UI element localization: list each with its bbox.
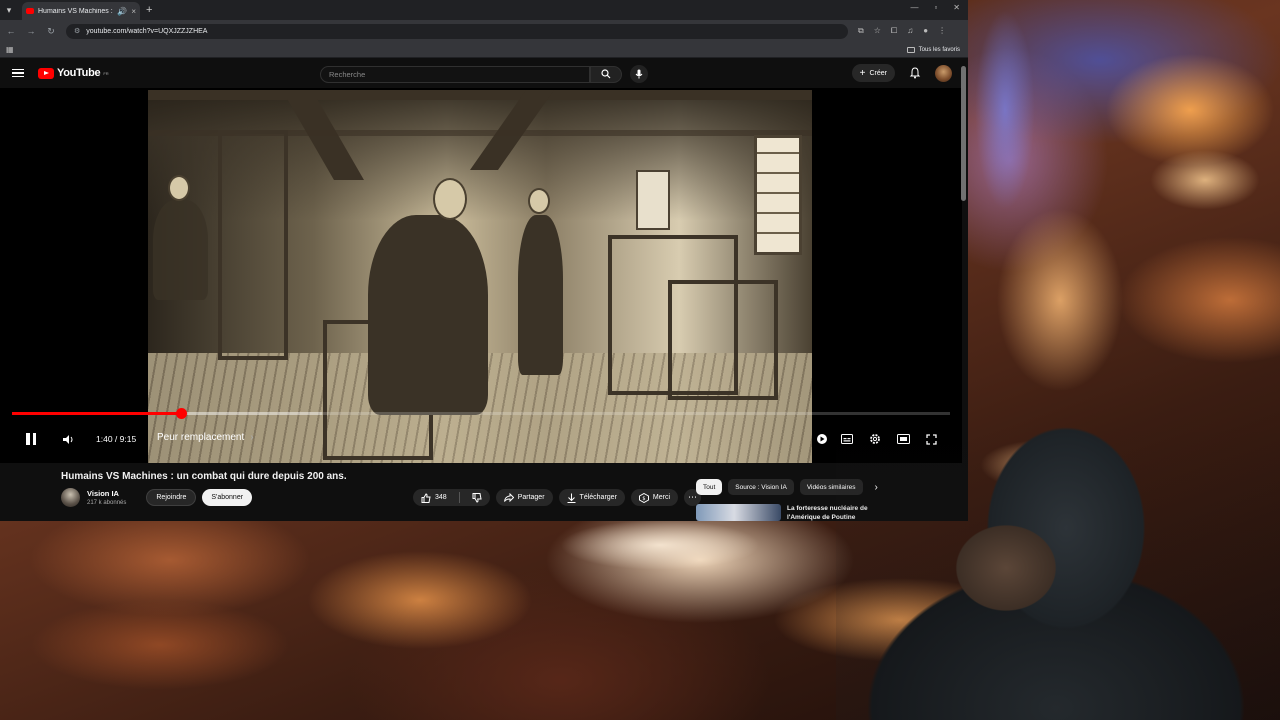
bookmark-star-icon[interactable]: ☆	[874, 26, 881, 36]
share-icon	[503, 493, 514, 502]
volume-icon[interactable]	[59, 430, 77, 448]
browser-toolbar: ← → ↻ ⚙ youtube.com/watch?v=UQXJZZJZHEA …	[0, 20, 968, 42]
address-bar[interactable]: ⚙ youtube.com/watch?v=UQXJZZJZHEA	[66, 23, 848, 39]
youtube-header: YouTube FR Recherche + Créer	[0, 58, 968, 88]
thanks-button[interactable]: $ Merci	[630, 489, 679, 506]
account-avatar[interactable]	[935, 64, 952, 82]
channel-avatar[interactable]	[61, 488, 80, 507]
join-button[interactable]: Rejoindre	[146, 489, 197, 506]
reload-icon[interactable]: ↻	[46, 26, 56, 37]
thanks-label: Merci	[652, 494, 671, 501]
speaker-icon[interactable]: 🔊	[117, 7, 127, 16]
video-player[interactable]: 1:40 / 9:15 Peur remplacement ›	[0, 88, 962, 463]
chip-all[interactable]: Tout	[696, 479, 723, 495]
scrubber-handle[interactable]	[175, 408, 187, 419]
create-button[interactable]: + Créer	[851, 64, 895, 82]
played-bar	[12, 412, 181, 415]
browser-window: ▾ Humains VS Machines : un 🔊 × + — ▫ ✕ ←…	[0, 0, 968, 521]
share-label: Partager	[517, 494, 545, 501]
like-count: 348	[435, 494, 447, 501]
youtube-play-icon	[38, 67, 54, 79]
pause-icon[interactable]	[22, 430, 40, 448]
like-separator	[458, 492, 460, 503]
webcam-overlay	[836, 418, 1280, 720]
thumbs-up-icon	[421, 492, 431, 503]
bookmarks-folder-label: Tous les favoris	[918, 46, 960, 53]
page-scrollbar[interactable]	[961, 66, 966, 201]
super-thanks-icon: $	[638, 492, 649, 503]
autoplay-icon[interactable]	[813, 430, 831, 448]
share-button[interactable]: Partager	[495, 489, 553, 506]
chapter-title[interactable]: Peur remplacement ›	[157, 432, 254, 443]
player-controls: 1:40 / 9:15 Peur remplacement ›	[0, 426, 962, 452]
folder-icon	[906, 46, 915, 53]
svg-text:$: $	[642, 496, 645, 502]
plus-icon: +	[859, 67, 866, 79]
tab-title: Humains VS Machines : un	[38, 7, 113, 15]
like-dislike-group: 348	[413, 489, 490, 506]
notifications-bell-icon[interactable]	[909, 67, 921, 79]
menu-icon[interactable]	[12, 68, 24, 78]
apps-grid-icon[interactable]: ▦	[6, 45, 14, 54]
like-button[interactable]: 348	[413, 489, 455, 506]
tab-strip: ▾ Humains VS Machines : un 🔊 × + — ▫ ✕	[0, 0, 968, 20]
channel-name[interactable]: Vision IA	[87, 489, 126, 498]
search-button[interactable]	[590, 65, 622, 83]
tab-search-icon[interactable]: ▾	[0, 1, 18, 19]
chapter-chevron-icon: ›	[250, 432, 254, 443]
download-icon	[567, 493, 576, 503]
dislike-button[interactable]	[464, 489, 490, 506]
youtube-logo[interactable]: YouTube FR	[38, 67, 109, 79]
time-display: 1:40 / 9:15	[96, 434, 137, 444]
install-app-icon[interactable]: ⧉	[858, 26, 864, 36]
voice-search-button[interactable]	[630, 65, 648, 83]
youtube-logo-text: YouTube	[57, 67, 101, 79]
bookmarks-bar: ▦ Tous les favoris	[0, 42, 968, 58]
chapter-label: Peur remplacement	[157, 432, 245, 443]
media-icon[interactable]: ♫	[907, 26, 913, 36]
search-bar: Recherche	[320, 65, 648, 83]
tab-active[interactable]: Humains VS Machines : un 🔊 ×	[22, 2, 140, 20]
microphone-icon	[635, 69, 643, 79]
progress-bar[interactable]	[12, 408, 950, 419]
region-code: FR	[103, 70, 109, 76]
all-bookmarks-folder[interactable]: Tous les favoris	[906, 46, 960, 53]
search-input[interactable]: Recherche	[320, 65, 590, 83]
download-label: Télécharger	[579, 494, 617, 501]
profile-icon[interactable]: ●	[923, 26, 928, 36]
url-text: youtube.com/watch?v=UQXJZZJZHEA	[86, 27, 208, 35]
restore-icon[interactable]: ▫	[934, 3, 937, 12]
subscribe-button[interactable]: S'abonner	[202, 489, 253, 506]
forward-icon[interactable]: →	[26, 26, 36, 36]
minimize-icon[interactable]: —	[910, 3, 918, 12]
video-title: Humains VS Machines : un combat qui dure…	[61, 471, 347, 482]
tab-close-icon[interactable]: ×	[131, 7, 136, 16]
site-info-icon[interactable]: ⚙	[74, 27, 80, 35]
new-tab-icon[interactable]: +	[146, 4, 152, 16]
back-icon[interactable]: ←	[6, 26, 16, 36]
video-actions: 348 Partager Télécharger $ Merci ⋯	[413, 489, 702, 506]
subscriber-count: 217 k abonnés	[87, 500, 127, 506]
search-icon	[601, 69, 611, 79]
browser-menu-icon[interactable]: ⋮	[938, 26, 946, 36]
create-label: Créer	[869, 69, 887, 77]
extensions-icon[interactable]: ⧠	[891, 26, 897, 36]
recommended-thumbnail[interactable]	[696, 504, 781, 521]
youtube-favicon-icon	[26, 8, 34, 14]
video-frame	[148, 90, 812, 463]
download-button[interactable]: Télécharger	[558, 489, 625, 506]
channel-row: Vision IA 217 k abonnés Rejoindre S'abon…	[61, 488, 253, 507]
chip-source[interactable]: Source : Vision IA	[728, 479, 794, 495]
close-window-icon[interactable]: ✕	[953, 3, 960, 12]
thumbs-down-icon	[472, 492, 482, 503]
